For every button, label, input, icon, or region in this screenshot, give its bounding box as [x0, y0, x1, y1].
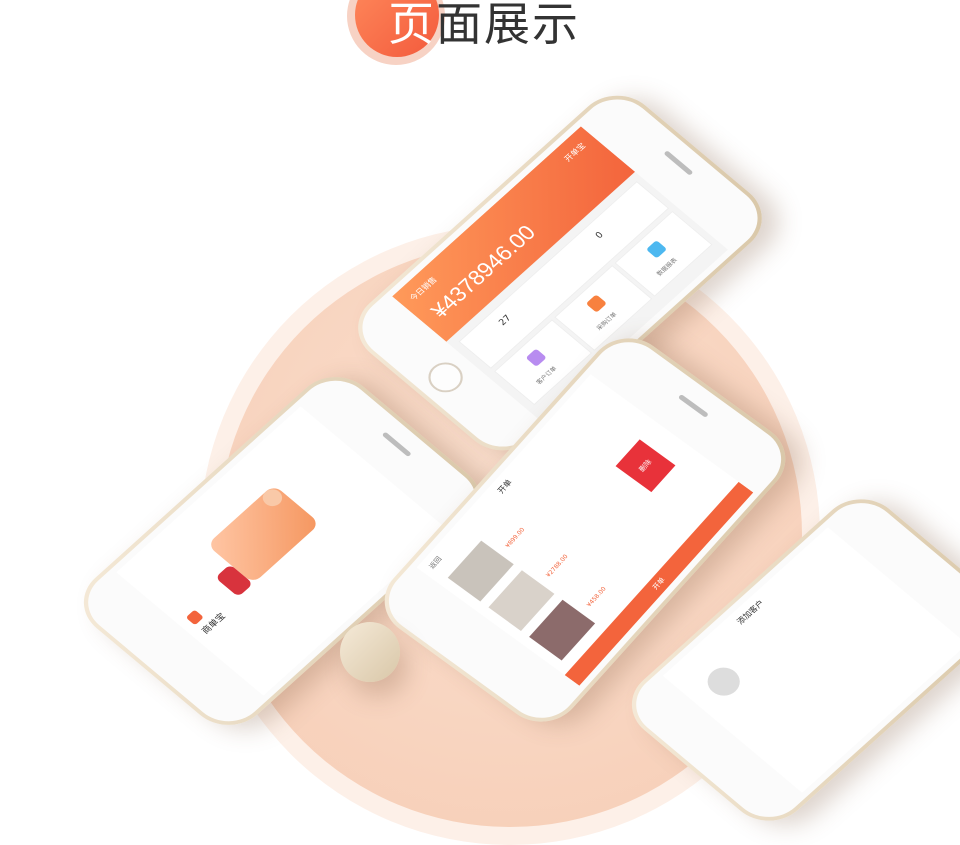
delete-button[interactable]: 删除	[615, 439, 676, 493]
order-nav-left[interactable]: 返回	[427, 555, 445, 571]
brand-name: 商单宝	[200, 611, 229, 637]
section-header: 页面展示	[0, 0, 960, 70]
order-nav-title: 开单	[495, 478, 514, 496]
tile-label: 客户订单	[535, 365, 559, 386]
stat-left-value: 27	[497, 313, 514, 328]
tile-label: 采购订单	[595, 311, 619, 332]
tile-label: 数据报表	[655, 256, 679, 278]
page-title: 页面展示	[388, 0, 580, 54]
stat-right-value: 0	[594, 230, 606, 241]
avatar[interactable]	[700, 661, 747, 702]
phone-partial	[340, 622, 400, 682]
dashboard-header-right[interactable]: 开单宝	[562, 141, 588, 164]
item-price: ¥458.00	[585, 585, 608, 609]
purchase-orders-icon	[585, 294, 607, 313]
item-price: ¥2788.00	[544, 553, 570, 579]
customer-orders-icon	[525, 348, 547, 367]
data-report-icon	[645, 240, 668, 259]
page-title-first-char: 页	[388, 0, 436, 51]
item-price: ¥899.00	[504, 526, 527, 550]
page-title-rest: 面展示	[436, 0, 580, 51]
brand-logo-icon	[185, 609, 204, 626]
